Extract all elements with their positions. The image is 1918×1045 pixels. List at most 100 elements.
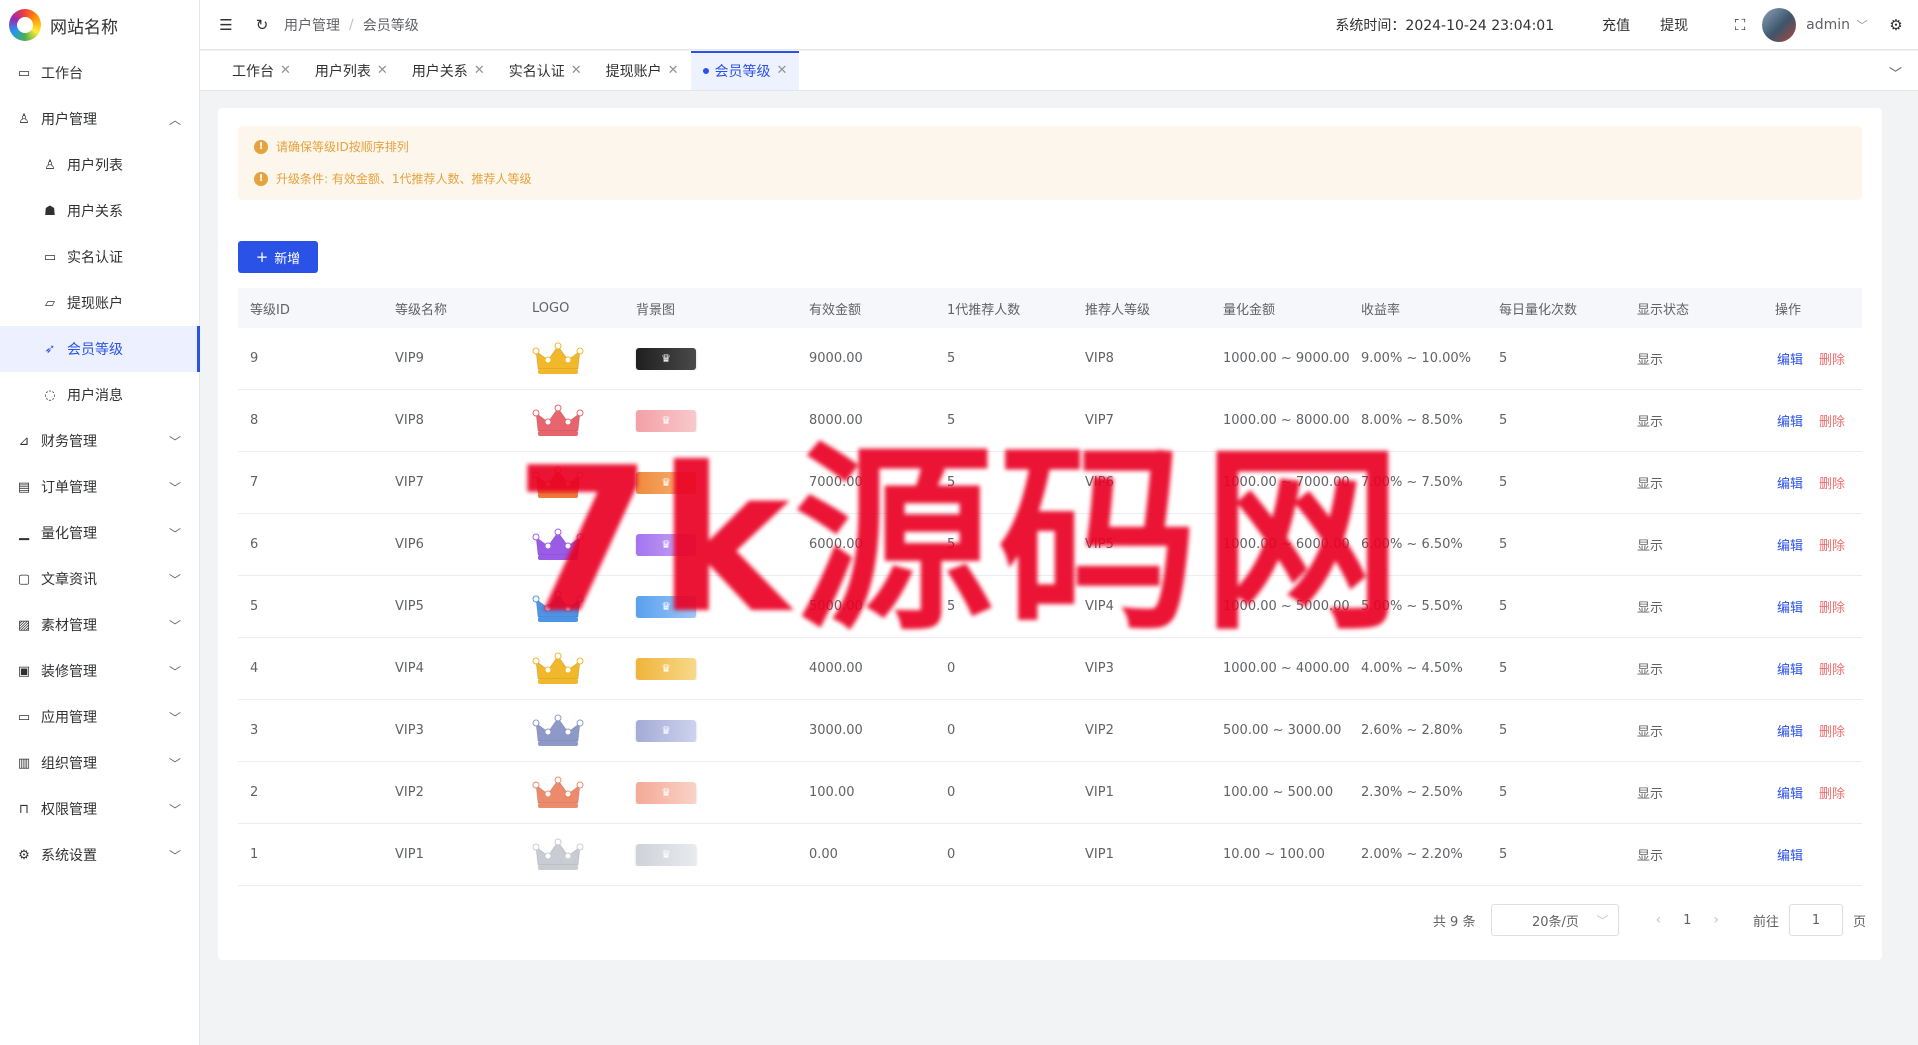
- settings-gear-icon[interactable]: ⚙: [1888, 16, 1904, 34]
- close-icon[interactable]: ✕: [571, 63, 582, 78]
- yield-rate: 7.00% ~ 7.50%: [1361, 475, 1463, 490]
- yield-rate: 4.00% ~ 4.50%: [1361, 661, 1463, 676]
- collapse-menu-icon[interactable]: ☰: [218, 16, 234, 34]
- referrer-level: VIP1: [1085, 785, 1114, 800]
- sidebar-item-label: 用户消息: [67, 388, 123, 404]
- edit-button[interactable]: 编辑: [1777, 849, 1803, 864]
- sidebar-item[interactable]: ♙ 用户列表: [0, 142, 199, 188]
- yield-rate: 2.00% ~ 2.20%: [1361, 847, 1463, 862]
- tab-item[interactable]: 工作台 ✕: [220, 51, 303, 90]
- sidebar-item[interactable]: ▢ 文章资讯 ﹀: [0, 556, 199, 602]
- valid-amount: 3000.00: [809, 723, 863, 738]
- tabs-more-chevron-icon[interactable]: ﹀: [1889, 63, 1902, 82]
- sidebar-item[interactable]: ▤ 订单管理 ﹀: [0, 464, 199, 510]
- sidebar-item[interactable]: ⊓ 权限管理 ﹀: [0, 786, 199, 832]
- delete-button[interactable]: 删除: [1819, 725, 1845, 740]
- delete-button[interactable]: 删除: [1819, 477, 1845, 492]
- daily-quant-times: 5: [1499, 599, 1508, 614]
- edit-button[interactable]: 编辑: [1777, 663, 1803, 678]
- edit-button[interactable]: 编辑: [1777, 601, 1803, 616]
- user-list-icon: ♙: [44, 157, 56, 173]
- quant-amount: 100.00 ~ 500.00: [1223, 785, 1334, 800]
- level-id: 9: [250, 351, 259, 366]
- level-name: VIP7: [395, 475, 424, 490]
- delete-button[interactable]: 删除: [1819, 415, 1845, 430]
- delete-button[interactable]: 删除: [1819, 601, 1845, 616]
- next-page-icon[interactable]: ›: [1713, 912, 1719, 928]
- sidebar-item[interactable]: ▥ 组织管理 ﹀: [0, 740, 199, 786]
- user-name[interactable]: admin: [1806, 17, 1850, 33]
- avatar[interactable]: [1762, 8, 1797, 42]
- edit-button[interactable]: 编辑: [1777, 725, 1803, 740]
- sidebar-item[interactable]: ⊿ 财务管理 ﹀: [0, 418, 199, 464]
- tab-item[interactable]: 会员等级 ✕: [690, 51, 800, 90]
- close-icon[interactable]: ✕: [377, 63, 388, 78]
- delete-button[interactable]: 删除: [1819, 787, 1845, 802]
- background-thumbnail: ♛: [636, 595, 696, 618]
- sidebar-item[interactable]: ▱ 提现账户: [0, 280, 199, 326]
- crown-badge-icon: ♛: [661, 724, 671, 737]
- chevron-down-icon[interactable]: ﹀: [1854, 17, 1870, 33]
- sidebar-item[interactable]: ⚙ 系统设置 ﹀: [0, 832, 199, 878]
- close-icon[interactable]: ✕: [280, 63, 291, 78]
- refresh-icon[interactable]: ↻: [254, 16, 270, 34]
- column-header: 推荐人等级: [1085, 302, 1151, 318]
- valid-amount: 0.00: [809, 847, 838, 862]
- sidebar-item[interactable]: ▣ 装修管理 ﹀: [0, 648, 199, 694]
- breadcrumb-item-user-management[interactable]: 用户管理: [284, 15, 340, 35]
- display-status: 显示: [1637, 415, 1664, 430]
- sidebar-item[interactable]: ▭ 应用管理 ﹀: [0, 694, 199, 740]
- goto-page-input[interactable]: 1: [1788, 904, 1843, 936]
- chevron-down-icon: ﹀: [168, 527, 181, 541]
- sidebar-item[interactable]: ▁ 量化管理 ﹀: [0, 510, 199, 556]
- tab-item[interactable]: 用户列表 ✕: [303, 51, 400, 90]
- current-page[interactable]: 1: [1683, 913, 1691, 928]
- sidebar-item[interactable]: ◌ 用户消息: [0, 372, 199, 418]
- background-thumbnail: ♛: [636, 843, 696, 866]
- tab-label: 提现账户: [605, 63, 662, 80]
- brand[interactable]: 网站名称: [0, 0, 199, 50]
- table-row: 7 VIP7 ♛ 7000.00 5 VIP6 1000.00 ~ 7000.00 7.00%…: [238, 452, 1862, 514]
- table-row: 1 VIP1 ♛ 0.00 0 VIP1 10.00 ~ 100.00 2.00% ~ 2.2…: [238, 824, 1862, 886]
- close-icon[interactable]: ✕: [668, 63, 679, 78]
- sidebar-item[interactable]: ➶ 会员等级: [0, 326, 200, 372]
- display-status: 显示: [1637, 539, 1664, 554]
- tab-item[interactable]: 提现账户 ✕: [594, 51, 691, 90]
- edit-button[interactable]: 编辑: [1777, 353, 1803, 368]
- edit-button[interactable]: 编辑: [1777, 787, 1803, 802]
- sidebar-item-label: 组织管理: [41, 756, 97, 772]
- sidebar-item[interactable]: ▭ 实名认证: [0, 234, 199, 280]
- level-id: 7: [250, 475, 259, 490]
- edit-button[interactable]: 编辑: [1777, 415, 1803, 430]
- fullscreen-icon[interactable]: ⛶: [1732, 16, 1748, 34]
- withdraw-link[interactable]: 提现: [1660, 15, 1688, 35]
- close-icon[interactable]: ✕: [777, 63, 788, 78]
- delete-button[interactable]: 删除: [1819, 353, 1845, 368]
- yield-rate: 5.00% ~ 5.50%: [1361, 599, 1463, 614]
- chevron-down-icon: ﹀: [168, 619, 181, 633]
- crown-badge-icon: ♛: [661, 414, 671, 427]
- chevron-down-icon: ﹀: [168, 849, 181, 863]
- edit-button[interactable]: 编辑: [1777, 539, 1803, 554]
- tab-item[interactable]: 实名认证 ✕: [497, 51, 594, 90]
- edit-button[interactable]: 编辑: [1777, 477, 1803, 492]
- add-level-button[interactable]: + 新增: [238, 241, 318, 273]
- sidebar-item[interactable]: ☗ 用户关系: [0, 188, 199, 234]
- sidebar-item[interactable]: ♙ 用户管理 ︿: [0, 96, 199, 142]
- referral-count: 0: [947, 785, 956, 800]
- crown-badge-icon: ♛: [661, 600, 671, 613]
- sidebar-item[interactable]: ▨ 素材管理 ﹀: [0, 602, 199, 648]
- sidebar-item[interactable]: ▭ 工作台: [0, 50, 199, 96]
- column-header: 每日量化次数: [1499, 302, 1578, 318]
- column-header: 操作: [1775, 302, 1802, 318]
- quant-amount: 1000.00 ~ 5000.00: [1223, 599, 1349, 614]
- yield-rate: 2.30% ~ 2.50%: [1361, 785, 1463, 800]
- tab-item[interactable]: 用户关系 ✕: [400, 51, 497, 90]
- recharge-link[interactable]: 充值: [1602, 15, 1630, 35]
- delete-button[interactable]: 删除: [1819, 539, 1845, 554]
- sidebar-item-label: 会员等级: [67, 342, 123, 358]
- close-icon[interactable]: ✕: [474, 63, 485, 78]
- prev-page-icon[interactable]: ‹: [1655, 912, 1661, 928]
- delete-button[interactable]: 删除: [1819, 663, 1845, 678]
- page-size-select[interactable]: 20条/页 ﹀: [1491, 904, 1620, 936]
